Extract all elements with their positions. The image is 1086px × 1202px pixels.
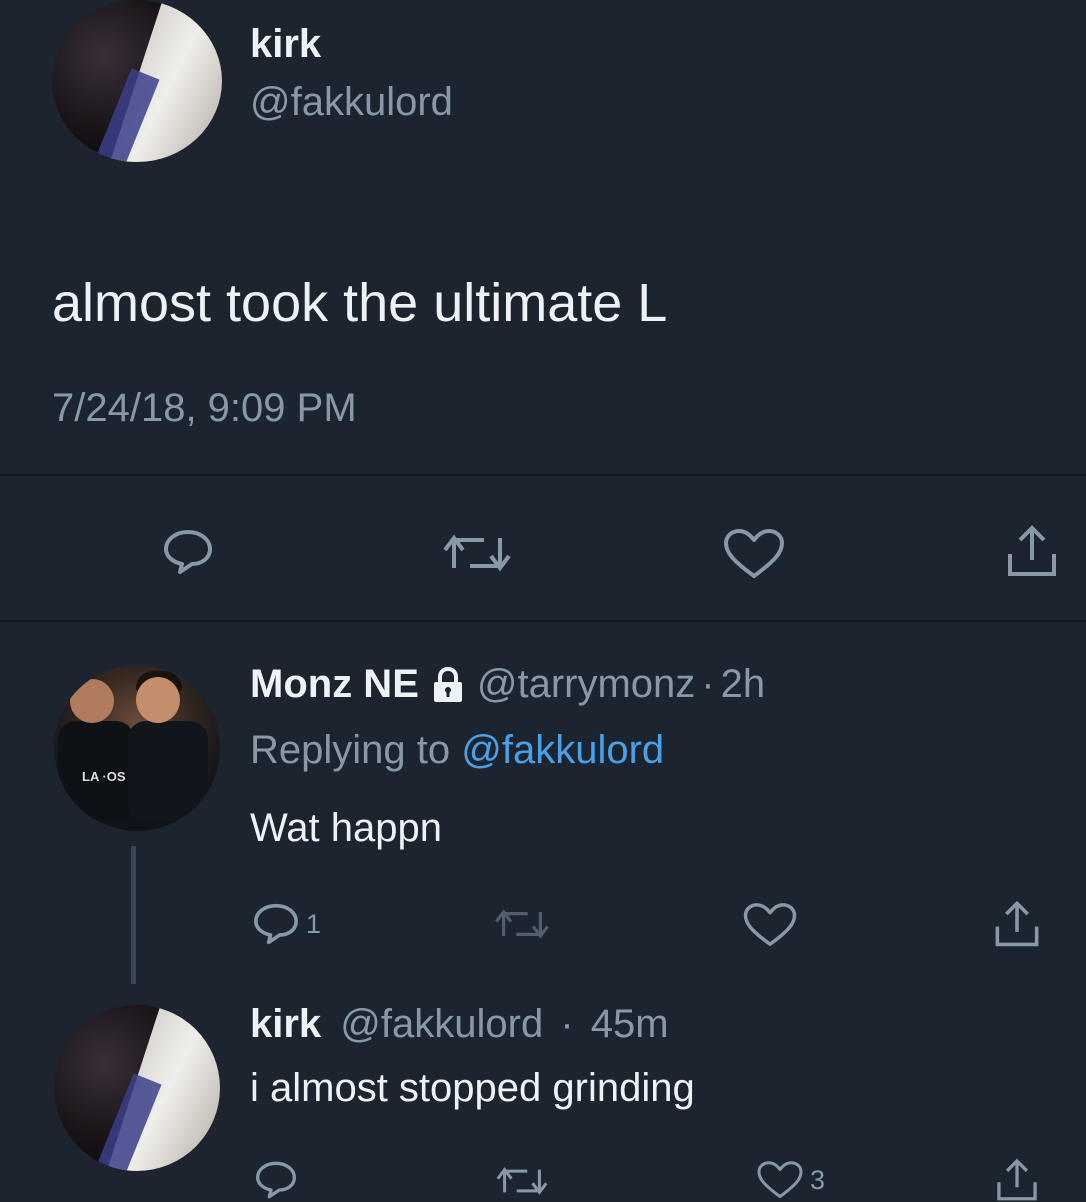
retweet-icon [495, 909, 549, 939]
reply-icon [256, 1161, 297, 1199]
retweet-icon [496, 1167, 548, 1195]
replying-to-label: Replying to [250, 728, 451, 772]
retweet-icon [443, 534, 511, 572]
author-handle[interactable]: @fakkulord [250, 80, 453, 125]
reply-display-name[interactable]: Monz NE [250, 662, 419, 707]
reply-avatar[interactable] [54, 1005, 220, 1171]
retweet-button [492, 904, 552, 944]
reply-button[interactable]: 1 [252, 902, 321, 946]
share-icon [995, 900, 1039, 947]
like-button[interactable]: 3 [756, 1160, 825, 1200]
reply-text: Wat happn [250, 806, 442, 850]
like-icon [743, 903, 797, 946]
reply-display-name[interactable]: kirk [250, 1002, 321, 1046]
share-button[interactable] [994, 1156, 1040, 1202]
like-icon [757, 1161, 803, 1198]
like-icon [724, 529, 784, 578]
reply-count: 1 [306, 908, 322, 939]
divider [0, 620, 1086, 622]
reply-avatar[interactable]: LA ·OS [54, 665, 220, 831]
dot-separator: · [560, 1002, 574, 1046]
share-icon [997, 1158, 1037, 1201]
retweet-button[interactable] [440, 528, 514, 578]
author-display-name[interactable]: kirk [250, 22, 321, 67]
reply-header: Monz NE @tarrymonz · 2h [250, 662, 765, 707]
reply-handle[interactable]: @fakkulord [340, 1002, 543, 1046]
thread-line [131, 846, 136, 984]
reply-text: i almost stopped grinding [250, 1066, 695, 1110]
dot-separator: · [701, 662, 715, 706]
like-count: 3 [810, 1164, 826, 1195]
replying-to: Replying to @fakkulord [250, 728, 664, 773]
reply-handle[interactable]: @tarrymonz [477, 662, 695, 707]
tweet-text: almost took the ultimate L [52, 273, 668, 333]
tweet-timestamp[interactable]: 7/24/18, 9:09 PM [52, 386, 357, 431]
reply-icon [253, 903, 298, 945]
reply-icon [164, 530, 212, 574]
share-button[interactable] [992, 898, 1042, 948]
divider [0, 474, 1086, 476]
reply-button[interactable] [254, 1160, 298, 1200]
reply-button[interactable] [162, 528, 214, 576]
retweet-button[interactable] [494, 1162, 550, 1200]
reply-time[interactable]: 2h [721, 662, 766, 707]
replying-to-handle[interactable]: @fakkulord [461, 728, 664, 772]
share-button[interactable] [1004, 522, 1060, 578]
like-button[interactable] [722, 528, 786, 580]
reply-header: kirk @fakkulord · 45m [250, 1002, 669, 1047]
lock-icon [433, 666, 462, 702]
like-button[interactable] [742, 902, 798, 948]
author-avatar[interactable] [52, 0, 222, 162]
reply-time[interactable]: 45m [591, 1002, 669, 1046]
share-icon [1008, 525, 1056, 576]
